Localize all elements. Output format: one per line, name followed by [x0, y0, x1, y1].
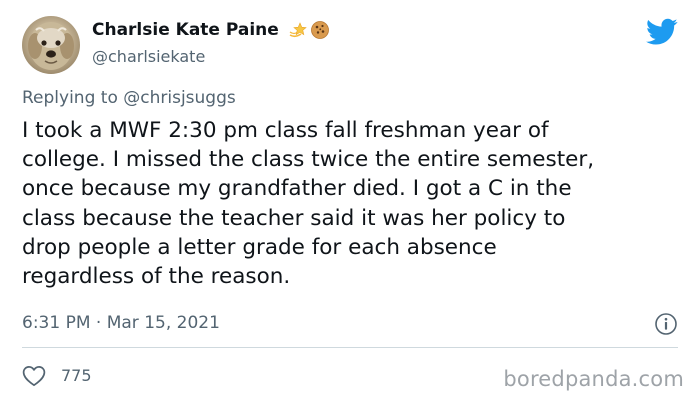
twitter-bird-icon[interactable]: [646, 18, 678, 46]
avatar[interactable]: [22, 16, 80, 74]
like-count: 775: [61, 366, 92, 385]
author-handle[interactable]: @charlsiekate: [92, 47, 205, 66]
reply-mention-link[interactable]: @chrisjsuggs: [123, 88, 235, 108]
author-name-row[interactable]: Charlsie Kate Paine: [92, 20, 330, 40]
heart-icon[interactable]: [22, 365, 46, 387]
cookie-icon: [310, 21, 329, 39]
replying-prefix: Replying to: [22, 88, 124, 108]
author-display-name[interactable]: Charlsie Kate Paine: [92, 20, 279, 40]
tweet-card: Charlsie Kate Paine @charlsiekate Replyi…: [0, 0, 700, 402]
tweet-text: I took a MWF 2:30 pm class fall freshman…: [22, 118, 595, 290]
info-icon[interactable]: [654, 312, 678, 336]
tweet-timestamp[interactable]: 6:31 PM · Mar 15, 2021: [22, 313, 220, 333]
dog-avatar-image: [28, 22, 74, 70]
name-emojis: [287, 20, 330, 40]
divider: [22, 347, 678, 348]
watermark: boredpanda.com: [503, 367, 684, 391]
dizzy-star-icon: [289, 22, 307, 38]
replying-to: Replying to @chrisjsuggs: [22, 88, 236, 108]
